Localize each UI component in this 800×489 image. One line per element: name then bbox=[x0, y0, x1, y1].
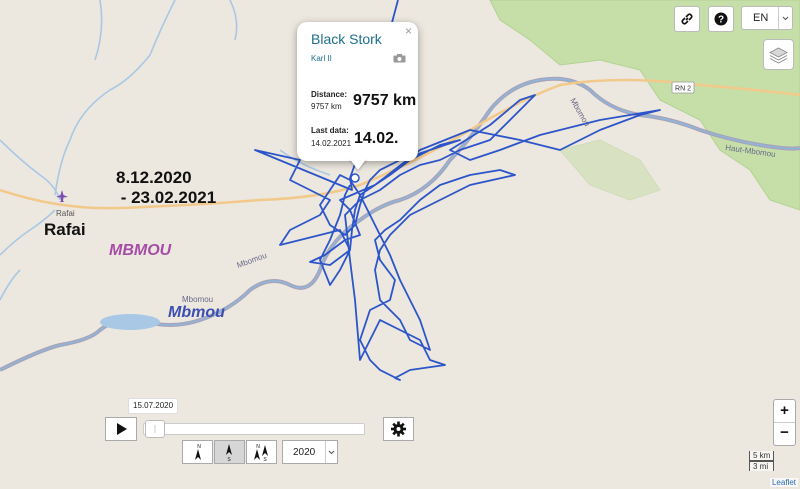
settings-button[interactable] bbox=[383, 417, 414, 441]
svg-text:S: S bbox=[263, 457, 267, 463]
river-label-small: Mbomou bbox=[182, 295, 213, 304]
leaflet-attribution-link[interactable]: Leaflet bbox=[769, 478, 798, 487]
popup-close-button[interactable]: × bbox=[405, 24, 412, 38]
share-link-button[interactable] bbox=[674, 6, 700, 32]
north-arrow-icon: N bbox=[195, 444, 201, 460]
zoom-out-button[interactable]: − bbox=[774, 422, 795, 444]
play-icon bbox=[117, 423, 127, 435]
year-select[interactable]: 2020 bbox=[282, 440, 338, 464]
last-data-label: Last data: bbox=[311, 126, 349, 135]
slider-date-tooltip: 15.07.2020 bbox=[128, 398, 179, 414]
direction-north-button[interactable]: N bbox=[182, 440, 213, 464]
link-icon bbox=[681, 13, 693, 25]
town-label-small: Rafai bbox=[56, 209, 75, 218]
language-select[interactable]: EN bbox=[741, 6, 793, 30]
help-button[interactable]: ? bbox=[708, 6, 734, 32]
distance-label: Distance: bbox=[311, 90, 348, 99]
chevron-down-icon bbox=[325, 441, 337, 463]
lake bbox=[100, 314, 160, 330]
last-position-marker[interactable] bbox=[350, 173, 360, 183]
timeline-slider[interactable] bbox=[143, 423, 365, 435]
grip-icon bbox=[154, 425, 156, 433]
north-south-arrows-icon: N S bbox=[254, 444, 268, 463]
zoom-in-button[interactable]: + bbox=[774, 400, 795, 423]
date-range-end: - 23.02.2021 bbox=[116, 188, 217, 207]
scale-bar: 5 km 3 mi bbox=[749, 451, 775, 471]
year-value: 2020 bbox=[293, 447, 316, 458]
south-arrow-icon: S bbox=[226, 444, 232, 463]
zoom-control: + − bbox=[773, 399, 796, 446]
svg-text:?: ? bbox=[718, 15, 724, 26]
last-data-value-small: 14.02.2021 bbox=[311, 139, 352, 148]
svg-text:N: N bbox=[197, 444, 201, 450]
gear-icon bbox=[391, 421, 406, 437]
distance-value-small: 9757 km bbox=[311, 102, 342, 111]
layers-icon bbox=[769, 47, 788, 64]
camera-icon[interactable] bbox=[393, 54, 406, 63]
scale-mi: 3 mi bbox=[749, 461, 775, 471]
town-label: Rafai bbox=[44, 220, 86, 239]
bird-info-popup: × Black Stork Karl II Distance: 9757 km … bbox=[297, 22, 418, 161]
scale-km: 5 km bbox=[749, 451, 775, 461]
distance-value-big: 9757 km bbox=[353, 92, 417, 109]
popup-title[interactable]: Black Stork bbox=[311, 31, 382, 47]
svg-text:S: S bbox=[227, 457, 231, 463]
timeline-slider-handle[interactable] bbox=[145, 420, 165, 438]
play-button[interactable] bbox=[105, 417, 137, 441]
popup-pointer bbox=[349, 158, 367, 170]
date-range-start: 8.12.2020 bbox=[116, 168, 192, 187]
direction-both-button[interactable]: N S bbox=[246, 440, 277, 464]
last-data-value-big: 14.02. bbox=[354, 130, 399, 147]
svg-text:N: N bbox=[256, 444, 260, 450]
river-label: Mbmou bbox=[168, 304, 225, 321]
layers-button[interactable] bbox=[763, 39, 794, 70]
svg-text:RN 2: RN 2 bbox=[675, 86, 691, 93]
direction-south-button[interactable]: S bbox=[214, 440, 245, 464]
road-shield: RN 2 bbox=[671, 81, 695, 94]
date-range-label: 8.12.2020 - 23.02.2021 bbox=[116, 168, 216, 208]
popup-bird-name[interactable]: Karl II bbox=[311, 54, 332, 63]
language-value: EN bbox=[753, 12, 769, 24]
question-icon: ? bbox=[714, 12, 728, 26]
chevron-down-icon bbox=[778, 7, 792, 29]
region-label: MBMOU bbox=[109, 242, 172, 259]
